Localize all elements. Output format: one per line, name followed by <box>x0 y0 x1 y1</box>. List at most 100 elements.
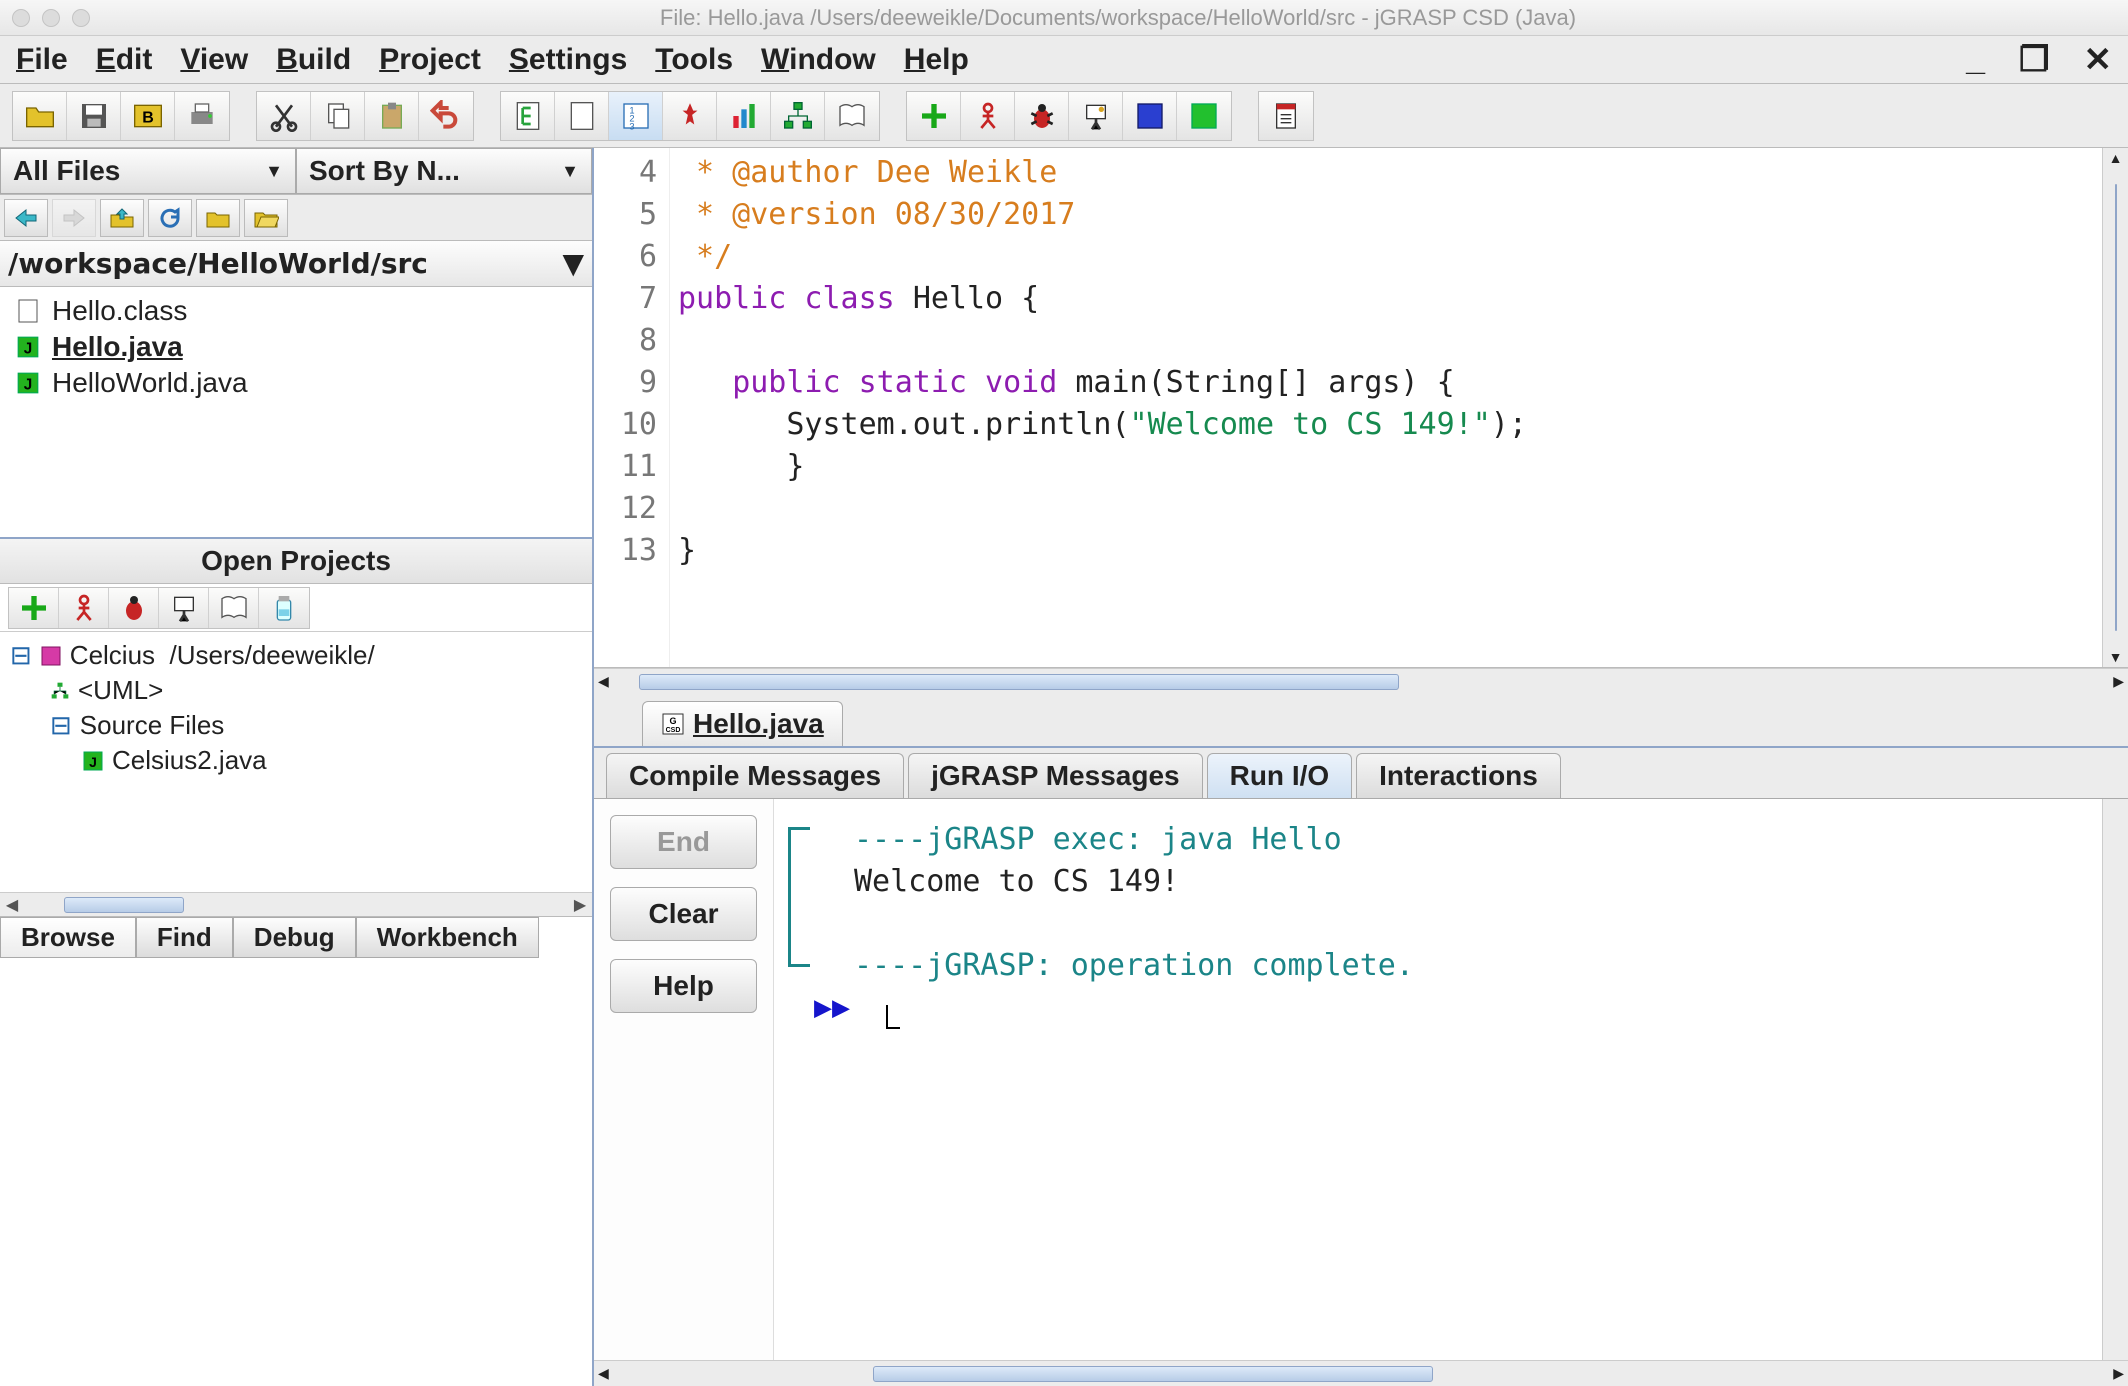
proj-jar-icon[interactable] <box>259 588 309 628</box>
compile-icon[interactable] <box>907 92 961 140</box>
msg-tab-compile-messages[interactable]: Compile Messages <box>606 753 904 798</box>
tree-toggle-icon[interactable]: ⊟ <box>50 710 72 741</box>
svg-text:G: G <box>669 716 676 726</box>
menu-help[interactable]: Help <box>904 43 969 77</box>
menu-tools[interactable]: Tools <box>655 43 733 77</box>
csd-doc-icon[interactable] <box>501 92 555 140</box>
menu-project[interactable]: Project <box>379 43 481 77</box>
close-window-dot[interactable] <box>12 9 30 27</box>
save-b-icon[interactable]: B <box>121 92 175 140</box>
menu-settings[interactable]: Settings <box>509 43 627 77</box>
notes-icon[interactable] <box>1259 92 1313 140</box>
left-tab-find[interactable]: Find <box>136 917 233 958</box>
proj-book-icon[interactable] <box>209 588 259 628</box>
left-tab-browse[interactable]: Browse <box>0 917 136 958</box>
chevron-down-icon: ▼ <box>265 161 283 182</box>
proj-add-icon[interactable] <box>9 588 59 628</box>
svg-text:CSD: CSD <box>666 727 681 734</box>
uml-icon[interactable] <box>771 92 825 140</box>
menu-edit[interactable]: Edit <box>96 43 153 77</box>
undo-icon[interactable] <box>419 92 473 140</box>
source-file-node[interactable]: J Celsius2.java <box>10 743 582 778</box>
svg-text:J: J <box>24 341 33 358</box>
refresh-icon[interactable] <box>148 199 192 237</box>
print-icon[interactable] <box>175 92 229 140</box>
left-tab-debug[interactable]: Debug <box>233 917 356 958</box>
msg-tab-run-i-o[interactable]: Run I/O <box>1207 753 1353 798</box>
open-icon[interactable] <box>13 92 67 140</box>
svg-text:J: J <box>24 377 33 394</box>
java-file-icon: J <box>82 750 104 772</box>
new-folder-icon[interactable] <box>196 199 240 237</box>
file-item[interactable]: JHello.java <box>0 329 592 365</box>
file-item[interactable]: JHelloWorld.java <box>0 365 592 401</box>
easel-icon[interactable] <box>1069 92 1123 140</box>
uml-node[interactable]: <UML> <box>10 673 582 708</box>
msg-tab-jgrasp-messages[interactable]: jGRASP Messages <box>908 753 1203 798</box>
tree-toggle-icon[interactable]: ⊟ <box>10 640 32 671</box>
line-numbers-icon[interactable]: 123 <box>609 92 663 140</box>
path-combo[interactable]: /workspace/HelloWorld/src▼ <box>0 241 592 287</box>
run-icon[interactable] <box>961 92 1015 140</box>
menu-build[interactable]: Build <box>276 43 351 77</box>
blue-square-icon[interactable] <box>1123 92 1177 140</box>
end-button[interactable]: End <box>610 815 757 869</box>
maximize-icon[interactable]: ❐ <box>2019 40 2049 80</box>
console-output[interactable]: ----jGRASP exec: java HelloWelcome to CS… <box>774 799 2102 1360</box>
window-traffic-lights <box>12 9 90 27</box>
clear-button[interactable]: Clear <box>610 887 757 941</box>
blank-doc-icon[interactable] <box>555 92 609 140</box>
help-button[interactable]: Help <box>610 959 757 1013</box>
nav-back-icon[interactable] <box>4 199 48 237</box>
menu-file[interactable]: File <box>16 43 68 77</box>
pin-icon[interactable] <box>663 92 717 140</box>
minimize-window-dot[interactable] <box>42 9 60 27</box>
paste-icon[interactable] <box>365 92 419 140</box>
project-tree[interactable]: ⊟ Celcius /Users/deeweikle/ <UML> ⊟ Sour… <box>0 632 592 892</box>
editor-v-scrollbar[interactable]: ▲▼ <box>2102 148 2128 667</box>
console-v-scrollbar[interactable] <box>2102 799 2128 1360</box>
sort-combo[interactable]: Sort By N...▼ <box>296 148 592 194</box>
open-folder-icon[interactable] <box>244 199 288 237</box>
left-pane: All Files▼ Sort By N...▼ /workspace/Hell… <box>0 148 594 1386</box>
proj-easel-icon[interactable] <box>159 588 209 628</box>
debug-icon[interactable] <box>1015 92 1069 140</box>
file-list[interactable]: Hello.classJHello.javaJHelloWorld.java <box>0 287 592 537</box>
editor-tab[interactable]: GCSD Hello.java <box>642 701 843 746</box>
green-square-icon[interactable] <box>1177 92 1231 140</box>
bar-chart-icon[interactable] <box>717 92 771 140</box>
code-editor[interactable]: * @author Dee Weikle * @version 08/30/20… <box>670 148 2102 667</box>
save-icon[interactable] <box>67 92 121 140</box>
proj-debug-icon[interactable] <box>109 588 159 628</box>
proj-run-icon[interactable] <box>59 588 109 628</box>
console-h-scrollbar[interactable]: ◀▶ <box>594 1360 2128 1386</box>
iconify-icon[interactable]: _ <box>1966 40 1985 79</box>
window-title: File: Hello.java /Users/deeweikle/Docume… <box>120 5 2116 31</box>
source-files-node[interactable]: ⊟ Source Files <box>10 708 582 743</box>
chevron-down-icon: ▼ <box>562 247 584 280</box>
left-tab-workbench[interactable]: Workbench <box>356 917 539 958</box>
svg-text:J: J <box>89 754 97 770</box>
msg-tab-interactions[interactable]: Interactions <box>1356 753 1561 798</box>
editor-gutter: 45678910111213 <box>594 148 670 667</box>
book-icon[interactable] <box>825 92 879 140</box>
cut-icon[interactable] <box>257 92 311 140</box>
uml-tree-icon <box>50 681 70 701</box>
file-type-icon <box>14 297 42 325</box>
main-toolbar: B 123 <box>0 84 2128 148</box>
right-pane: 45678910111213 * @author Dee Weikle * @v… <box>594 148 2128 1386</box>
exec-bracket-icon <box>788 827 810 967</box>
menu-window[interactable]: Window <box>761 43 876 77</box>
project-node[interactable]: ⊟ Celcius /Users/deeweikle/ <box>10 638 582 673</box>
chevron-down-icon: ▼ <box>561 161 579 182</box>
file-item[interactable]: Hello.class <box>0 293 592 329</box>
menu-view[interactable]: View <box>180 43 248 77</box>
copy-icon[interactable] <box>311 92 365 140</box>
editor-h-scrollbar[interactable]: ◀▶ <box>594 668 2128 694</box>
nav-forward-icon[interactable] <box>52 199 96 237</box>
project-h-scrollbar[interactable]: ◀▶ <box>0 892 592 916</box>
close-icon[interactable]: ✕ <box>2084 40 2113 80</box>
file-filter-combo[interactable]: All Files▼ <box>0 148 296 194</box>
nav-up-icon[interactable] <box>100 199 144 237</box>
zoom-window-dot[interactable] <box>72 9 90 27</box>
